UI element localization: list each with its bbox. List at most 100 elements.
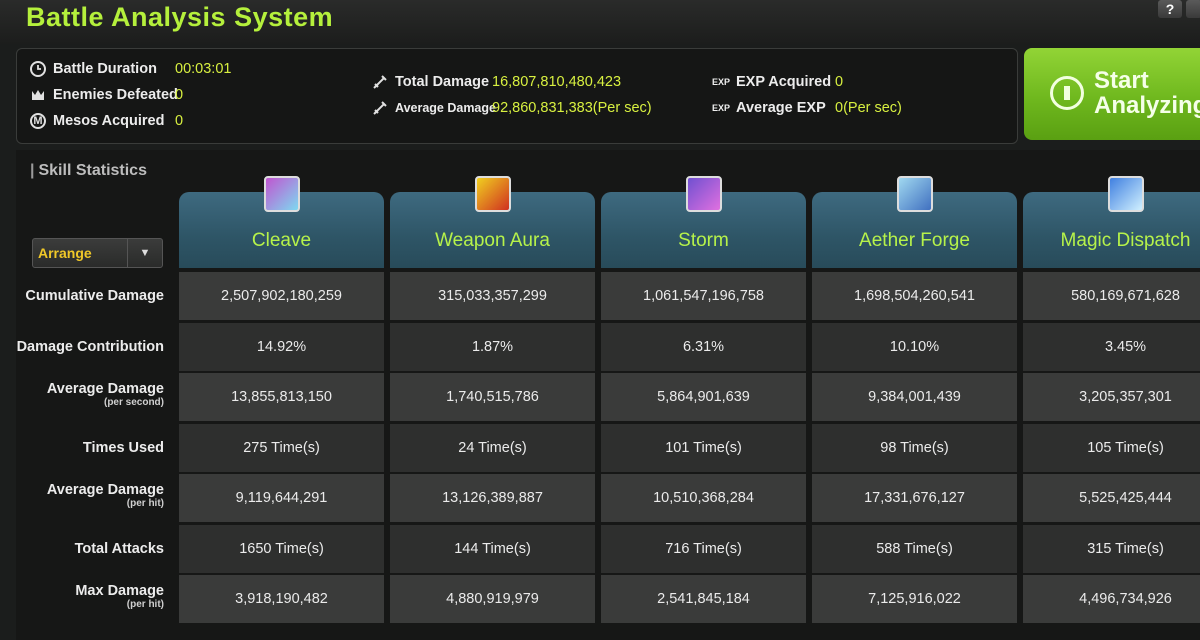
title-bar: Battle Analysis System ? — [0, 0, 1200, 44]
enemies-defeated-stat: Enemies Defeated — [30, 85, 178, 105]
row-label-main: Average Damage — [46, 482, 164, 498]
magic-dispatch-skill-icon — [1108, 176, 1144, 212]
battle-duration-stat: Battle Duration — [30, 59, 157, 79]
stat-cell: 13,855,813,150 — [179, 373, 384, 421]
stat-cell: 2,541,845,184 — [601, 575, 806, 623]
stat-cell: 275 Time(s) — [179, 423, 384, 472]
stat-cell: 6.31% — [601, 322, 806, 371]
stat-cell: 315 Time(s) — [1023, 524, 1200, 573]
skill-header[interactable]: Weapon Aura — [390, 176, 595, 268]
stat-cell: 105 Time(s) — [1023, 423, 1200, 472]
stat-cell: 315,033,357,299 — [390, 272, 595, 320]
chevron-down-icon: ▼ — [127, 239, 162, 267]
average-exp-label: Average EXP — [736, 100, 826, 116]
clock-icon — [30, 61, 46, 77]
total-damage-stat: Total Damage — [372, 72, 489, 92]
skill-name: Magic Dispatch — [1060, 230, 1191, 251]
enemies-defeated-label: Enemies Defeated — [53, 87, 178, 103]
row-label: Total Attacks — [14, 541, 164, 557]
row-label-sub: (per hit) — [126, 599, 164, 610]
stat-cell: 1650 Time(s) — [179, 524, 384, 573]
stat-cell: 3.45% — [1023, 322, 1200, 371]
skill-statistics-title: | Skill Statistics — [30, 162, 147, 179]
row-label-main: Cumulative Damage — [25, 288, 164, 304]
skill-name: Aether Forge — [859, 230, 970, 251]
stat-cell: 580,169,671,628 — [1023, 272, 1200, 320]
stat-cell: 13,126,389,887 — [390, 474, 595, 522]
stat-cell: 4,880,919,979 — [390, 575, 595, 623]
close-button[interactable] — [1186, 0, 1200, 18]
average-damage-value: 92,860,831,383(Per sec) — [492, 100, 652, 116]
stat-cell: 5,864,901,639 — [601, 373, 806, 421]
skill-name: Cleave — [251, 230, 312, 251]
row-label-main: Total Attacks — [74, 540, 164, 557]
row-label-sub: (per hit) — [126, 498, 164, 509]
skill-name: Weapon Aura — [435, 230, 550, 251]
crown-icon — [30, 87, 46, 103]
battle-duration-value: 00:03:01 — [175, 61, 232, 77]
battle-duration-label: Battle Duration — [53, 61, 157, 77]
enemies-defeated-value: 0 — [175, 87, 184, 103]
stat-cell: 1,698,504,260,541 — [812, 272, 1017, 320]
row-label: Damage Contribution — [14, 339, 164, 355]
sword-icon — [372, 100, 388, 116]
total-damage-label: Total Damage — [395, 74, 490, 90]
average-damage-label: Average Damage — [395, 101, 496, 115]
row-label: Average Damage (per second) — [14, 381, 164, 408]
cleave-skill-icon — [264, 176, 300, 212]
stat-cell: 14.92% — [179, 322, 384, 371]
average-damage-stat: Average Damage — [372, 98, 496, 118]
stat-cell: 1.87% — [390, 322, 595, 371]
row-label-sub: (per second) — [103, 397, 164, 408]
stat-cell: 144 Time(s) — [390, 524, 595, 573]
stat-cell: 10,510,368,284 — [601, 474, 806, 522]
total-damage-value: 16,807,810,480,423 — [492, 74, 622, 90]
stat-cell: 7,125,916,022 — [812, 575, 1017, 623]
stat-cell: 101 Time(s) — [601, 423, 806, 472]
start-label-line2: Analyzing — [1094, 92, 1200, 119]
stat-cell: 98 Time(s) — [812, 423, 1017, 472]
stat-cell: 1,740,515,786 — [390, 373, 595, 421]
exp-acquired-stat: EXP EXP Acquired — [712, 72, 831, 92]
meso-icon: M — [30, 113, 46, 129]
skill-statistics-heading: Skill Statistics — [38, 162, 147, 179]
help-button[interactable]: ? — [1158, 0, 1182, 18]
row-label-main: Max Damage — [75, 583, 164, 599]
start-label-line1: Start — [1094, 67, 1149, 94]
row-label-main: Damage Contribution — [16, 338, 164, 355]
exp-acquired-value: 0 — [835, 74, 844, 90]
exp-acquired-label: EXP Acquired — [736, 74, 832, 90]
mesos-acquired-label: Mesos Acquired — [53, 113, 165, 129]
row-label-main: Times Used — [82, 439, 164, 456]
arrange-label: Arrange — [38, 245, 92, 261]
skill-header[interactable]: Storm — [601, 176, 806, 268]
stat-cell: 2,507,902,180,259 — [179, 272, 384, 320]
row-label-main: Average Damage — [46, 381, 164, 397]
skill-header[interactable]: Magic Dispatch — [1023, 176, 1200, 268]
stat-cell: 1,061,547,196,758 — [601, 272, 806, 320]
exp-icon: EXP — [712, 103, 731, 113]
row-label: Cumulative Damage — [14, 288, 164, 304]
stat-cell: 9,384,001,439 — [812, 373, 1017, 421]
stat-cell: 9,119,644,291 — [179, 474, 384, 522]
aether-forge-skill-icon — [897, 176, 933, 212]
skill-name: Storm — [678, 230, 729, 251]
stat-cell: 10.10% — [812, 322, 1017, 371]
stat-cell: 17,331,676,127 — [812, 474, 1017, 522]
start-analyzing-label: Start Analyzing — [1094, 68, 1200, 118]
mesos-acquired-value: 0 — [175, 113, 184, 129]
stat-cell: 24 Time(s) — [390, 423, 595, 472]
start-analyzing-button[interactable]: Start Analyzing — [1024, 48, 1200, 140]
skill-header[interactable]: Aether Forge — [812, 176, 1017, 268]
stat-cell: 716 Time(s) — [601, 524, 806, 573]
average-exp-value: 0(Per sec) — [835, 100, 902, 116]
stat-cell: 3,918,190,482 — [179, 575, 384, 623]
app-title: Battle Analysis System — [26, 2, 334, 32]
sword-icon — [372, 74, 388, 90]
stat-cell: 588 Time(s) — [812, 524, 1017, 573]
row-label: Max Damage (per hit) — [14, 583, 164, 610]
exp-icon: EXP — [712, 77, 731, 87]
skill-header[interactable]: Cleave — [179, 176, 384, 268]
arrange-dropdown[interactable]: Arrange ▼ — [32, 238, 163, 268]
stat-cell: 5,525,425,444 — [1023, 474, 1200, 522]
